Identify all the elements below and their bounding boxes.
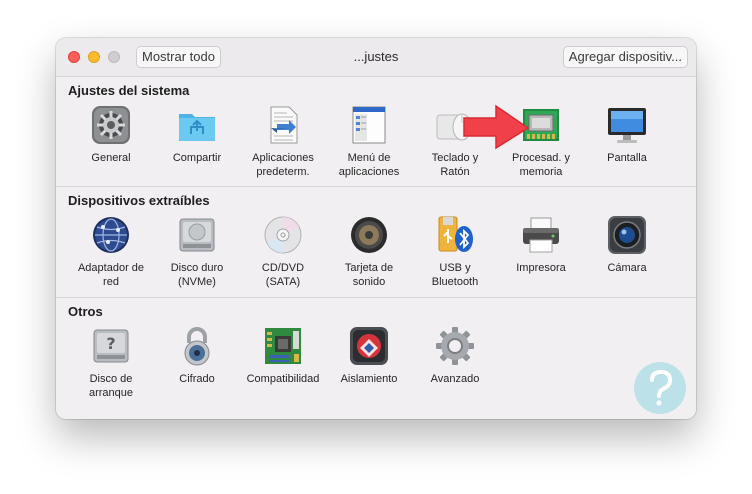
pref-item-label: Avanzado <box>430 373 480 385</box>
pref-item-applications-menu[interactable]: Menú de aplicaciones <box>326 77 412 186</box>
pref-item-display[interactable]: Pantalla <box>584 77 670 186</box>
title-bar: Mostrar todo ...justes Agregar dispositi… <box>56 38 696 77</box>
watermark-logo-icon <box>634 362 686 414</box>
pref-item-label: Disco de arranque <box>88 373 134 399</box>
printer-icon <box>523 217 559 253</box>
pref-item-label: Aislamiento <box>340 373 398 385</box>
add-device-button[interactable]: Agregar dispositiv... <box>562 46 688 68</box>
pref-item-label: Compartir <box>172 152 222 164</box>
shared-folder-icon <box>179 114 215 141</box>
section-system-settings: Ajustes del sistema General Compartir Ap… <box>56 77 696 187</box>
pref-item-label: Aplicaciones predeterm. <box>252 152 314 178</box>
section-removable-devices: Dispositivos extraíbles Adaptador de red <box>56 187 696 298</box>
pref-item-label: Disco duro (NVMe) <box>170 262 224 288</box>
default-apps-document-icon <box>270 106 298 144</box>
pref-item-general[interactable]: General <box>68 77 154 186</box>
network-globe-icon <box>93 217 129 253</box>
pref-item-label: Cifrado <box>179 373 215 385</box>
motherboard-icon <box>265 328 301 364</box>
pref-item-label: Tarjeta de sonido <box>344 262 394 288</box>
general-gear-icon <box>92 106 130 144</box>
pref-item-usb-bluetooth[interactable]: USB y Bluetooth <box>412 187 498 297</box>
startup-disk-icon: ? <box>93 329 129 363</box>
pref-item-startup-disk[interactable]: ? Disco de arranque <box>68 298 154 419</box>
hard-drive-icon <box>179 218 215 252</box>
camera-icon <box>608 216 646 254</box>
annotation-arrow-icon <box>463 104 530 150</box>
pref-item-sound-card[interactable]: Tarjeta de sonido <box>326 187 412 297</box>
pref-item-label: Teclado y Ratón <box>431 152 479 178</box>
pref-item-printer[interactable]: Impresora <box>498 187 584 297</box>
preferences-window: Mostrar todo ...justes Agregar dispositi… <box>56 38 696 419</box>
pref-item-encryption[interactable]: Cifrado <box>154 298 240 419</box>
display-monitor-icon <box>608 108 646 143</box>
pref-item-label: General <box>91 152 131 164</box>
pref-item-label: Menú de aplicaciones <box>338 152 400 178</box>
section-other: Otros ? Disco de arranque Cifrado Compat… <box>56 298 696 419</box>
pref-item-advanced[interactable]: Avanzado <box>412 298 498 419</box>
pref-item-network-adapter[interactable]: Adaptador de red <box>68 187 154 297</box>
pref-item-cd-dvd[interactable]: CD/DVD (SATA) <box>240 187 326 297</box>
pref-item-label: Compatibilidad <box>246 373 320 385</box>
applications-menu-icon <box>352 106 386 144</box>
isolation-icon <box>350 327 388 365</box>
pref-item-default-apps[interactable]: Aplicaciones predeterm. <box>240 77 326 186</box>
pref-item-sharing[interactable]: Compartir <box>154 77 240 186</box>
pref-item-isolation[interactable]: Aislamiento <box>326 298 412 419</box>
pref-item-label: Procesad. y memoria <box>511 152 571 178</box>
pref-item-label: CD/DVD (SATA) <box>261 262 305 288</box>
pref-item-label: Adaptador de red <box>77 262 145 288</box>
svg-text:?: ? <box>106 334 115 353</box>
optical-disc-icon <box>264 216 302 254</box>
pref-item-compatibility[interactable]: Compatibilidad <box>240 298 326 419</box>
advanced-gear-icon <box>436 327 474 365</box>
pref-item-camera[interactable]: Cámara <box>584 187 670 297</box>
pref-item-label: Cámara <box>607 262 647 274</box>
pref-item-hard-disk[interactable]: Disco duro (NVMe) <box>154 187 240 297</box>
pref-item-label: Impresora <box>516 262 566 274</box>
pref-item-label: Pantalla <box>607 152 647 164</box>
pref-item-label: USB y Bluetooth <box>431 262 479 288</box>
usb-bluetooth-icon <box>438 216 473 252</box>
speaker-icon <box>351 217 387 253</box>
padlock-icon <box>184 327 210 366</box>
